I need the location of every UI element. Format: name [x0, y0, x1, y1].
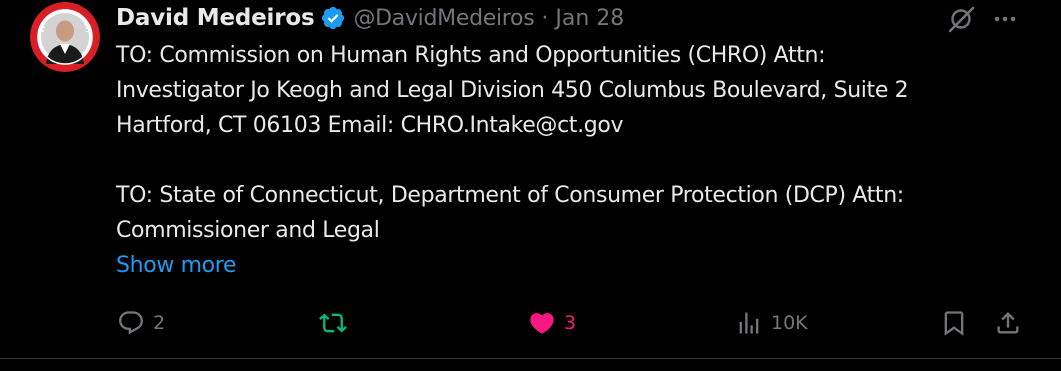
bookmark-button[interactable]: [940, 305, 968, 341]
retweet-button[interactable]: [319, 305, 355, 341]
tweet-line: TO: Commission on Human Rights and Oppor…: [116, 43, 826, 68]
tweet-line: Commissioner and Legal: [116, 218, 380, 243]
tweet-line-blank: [116, 143, 1046, 178]
view-count: 10K: [771, 312, 808, 334]
views-icon: [735, 309, 763, 337]
separator-dot: ·: [541, 5, 549, 31]
verified-badge-icon[interactable]: [320, 5, 346, 31]
retweet-icon: [319, 309, 347, 337]
avatar[interactable]: [30, 2, 100, 72]
bookmark-icon: [940, 309, 968, 337]
action-bar: 2 3 10K: [0, 305, 1061, 341]
tweet-header: David Medeiros @DavidMedeiros · Jan 28: [116, 2, 624, 34]
divider: [0, 358, 1061, 359]
author-name[interactable]: David Medeiros: [116, 5, 315, 31]
reply-count: 2: [153, 312, 166, 334]
share-icon: [994, 309, 1022, 337]
more-icon[interactable]: [990, 4, 1020, 38]
like-button[interactable]: 3: [528, 305, 576, 341]
author-handle[interactable]: @DavidMedeiros: [353, 6, 534, 31]
show-more-link[interactable]: Show more: [116, 253, 237, 278]
views-button[interactable]: 10K: [735, 305, 808, 341]
tweet-text: TO: Commission on Human Rights and Oppor…: [116, 38, 1046, 283]
tweet-line: TO: State of Connecticut, Department of …: [116, 183, 904, 208]
share-button[interactable]: [994, 305, 1022, 341]
like-count: 3: [564, 312, 577, 334]
reply-button[interactable]: 2: [117, 305, 165, 341]
grok-icon[interactable]: [946, 4, 976, 38]
avatar-image: [30, 2, 100, 72]
tweet-line: Hartford, CT 06103 Email: CHRO.Intake@ct…: [116, 113, 624, 138]
reply-icon: [117, 309, 145, 337]
tweet-line: Investigator Jo Keogh and Legal Division…: [116, 78, 909, 103]
heart-icon: [528, 309, 556, 337]
tweet-date[interactable]: Jan 28: [555, 6, 624, 31]
tweet[interactable]: David Medeiros @DavidMedeiros · Jan 28 T…: [0, 0, 1061, 371]
